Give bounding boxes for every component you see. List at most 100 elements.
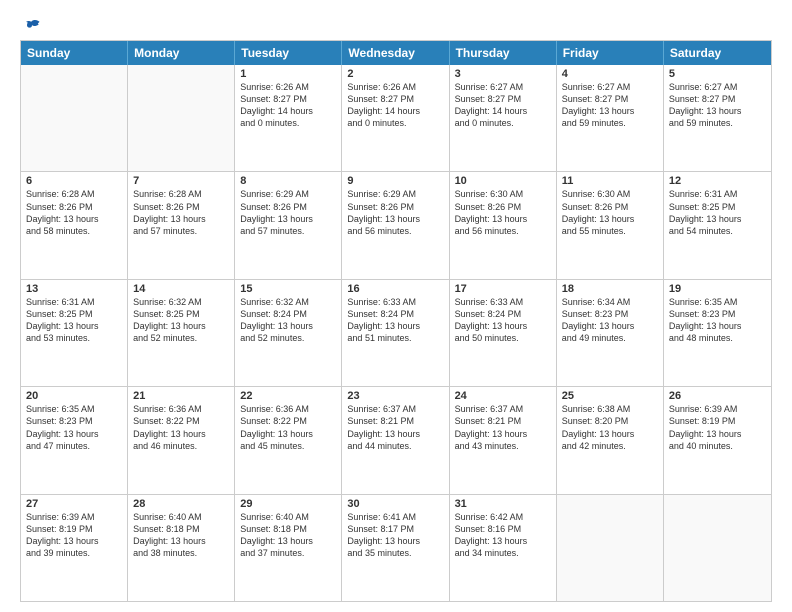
day-info: Sunrise: 6:27 AM Sunset: 8:27 PM Dayligh…: [669, 81, 766, 130]
day-number: 22: [240, 390, 336, 402]
day-info: Sunrise: 6:29 AM Sunset: 8:26 PM Dayligh…: [240, 188, 336, 237]
calendar: SundayMondayTuesdayWednesdayThursdayFrid…: [20, 40, 772, 602]
cal-cell: 14Sunrise: 6:32 AM Sunset: 8:25 PM Dayli…: [128, 280, 235, 386]
day-info: Sunrise: 6:27 AM Sunset: 8:27 PM Dayligh…: [455, 81, 551, 130]
cal-cell: 5Sunrise: 6:27 AM Sunset: 8:27 PM Daylig…: [664, 65, 771, 171]
cal-cell: 30Sunrise: 6:41 AM Sunset: 8:17 PM Dayli…: [342, 495, 449, 601]
day-info: Sunrise: 6:29 AM Sunset: 8:26 PM Dayligh…: [347, 188, 443, 237]
day-number: 7: [133, 175, 229, 187]
cal-header-friday: Friday: [557, 41, 664, 65]
day-info: Sunrise: 6:40 AM Sunset: 8:18 PM Dayligh…: [133, 511, 229, 560]
cal-cell: 23Sunrise: 6:37 AM Sunset: 8:21 PM Dayli…: [342, 387, 449, 493]
day-info: Sunrise: 6:37 AM Sunset: 8:21 PM Dayligh…: [455, 403, 551, 452]
day-number: 5: [669, 68, 766, 80]
cal-cell: 9Sunrise: 6:29 AM Sunset: 8:26 PM Daylig…: [342, 172, 449, 278]
cal-cell: 1Sunrise: 6:26 AM Sunset: 8:27 PM Daylig…: [235, 65, 342, 171]
cal-cell: 8Sunrise: 6:29 AM Sunset: 8:26 PM Daylig…: [235, 172, 342, 278]
day-info: Sunrise: 6:35 AM Sunset: 8:23 PM Dayligh…: [669, 296, 766, 345]
cal-cell: 11Sunrise: 6:30 AM Sunset: 8:26 PM Dayli…: [557, 172, 664, 278]
cal-cell: [21, 65, 128, 171]
day-number: 12: [669, 175, 766, 187]
logo-bird-icon: [22, 16, 42, 36]
cal-cell: 29Sunrise: 6:40 AM Sunset: 8:18 PM Dayli…: [235, 495, 342, 601]
day-number: 23: [347, 390, 443, 402]
cal-header-thursday: Thursday: [450, 41, 557, 65]
cal-cell: 18Sunrise: 6:34 AM Sunset: 8:23 PM Dayli…: [557, 280, 664, 386]
cal-cell: 15Sunrise: 6:32 AM Sunset: 8:24 PM Dayli…: [235, 280, 342, 386]
logo: [20, 16, 42, 32]
day-info: Sunrise: 6:27 AM Sunset: 8:27 PM Dayligh…: [562, 81, 658, 130]
day-number: 21: [133, 390, 229, 402]
cal-cell: [128, 65, 235, 171]
header: [20, 16, 772, 32]
day-info: Sunrise: 6:36 AM Sunset: 8:22 PM Dayligh…: [240, 403, 336, 452]
cal-cell: 26Sunrise: 6:39 AM Sunset: 8:19 PM Dayli…: [664, 387, 771, 493]
cal-cell: 25Sunrise: 6:38 AM Sunset: 8:20 PM Dayli…: [557, 387, 664, 493]
day-info: Sunrise: 6:26 AM Sunset: 8:27 PM Dayligh…: [347, 81, 443, 130]
cal-cell: 20Sunrise: 6:35 AM Sunset: 8:23 PM Dayli…: [21, 387, 128, 493]
cal-cell: 17Sunrise: 6:33 AM Sunset: 8:24 PM Dayli…: [450, 280, 557, 386]
day-number: 10: [455, 175, 551, 187]
cal-header-monday: Monday: [128, 41, 235, 65]
day-number: 11: [562, 175, 658, 187]
calendar-body: 1 Sunrise: 6:26 AM Sunset: 8:27 PM Daylig…: [21, 65, 771, 601]
calendar-header-row: SundayMondayTuesdayWednesdayThursdayFrid…: [21, 41, 771, 65]
day-number: 9: [347, 175, 443, 187]
day-number: 14: [133, 283, 229, 295]
cal-week-5: 27Sunrise: 6:39 AM Sunset: 8:19 PM Dayli…: [21, 494, 771, 601]
cal-cell: 16Sunrise: 6:33 AM Sunset: 8:24 PM Dayli…: [342, 280, 449, 386]
day-number: 19: [669, 283, 766, 295]
day-info: Sunrise: 6:39 AM Sunset: 8:19 PM Dayligh…: [26, 511, 122, 560]
cal-header-wednesday: Wednesday: [342, 41, 449, 65]
day-info: Sunrise: 6:39 AM Sunset: 8:19 PM Dayligh…: [669, 403, 766, 452]
cal-cell: 21Sunrise: 6:36 AM Sunset: 8:22 PM Dayli…: [128, 387, 235, 493]
day-number: 26: [669, 390, 766, 402]
day-info: Sunrise: 6:36 AM Sunset: 8:22 PM Dayligh…: [133, 403, 229, 452]
day-number: 16: [347, 283, 443, 295]
cal-week-3: 13Sunrise: 6:31 AM Sunset: 8:25 PM Dayli…: [21, 279, 771, 386]
day-info: Sunrise: 6:42 AM Sunset: 8:16 PM Dayligh…: [455, 511, 551, 560]
cal-cell: 31Sunrise: 6:42 AM Sunset: 8:16 PM Dayli…: [450, 495, 557, 601]
day-number: 3: [455, 68, 551, 80]
day-info: Sunrise: 6:30 AM Sunset: 8:26 PM Dayligh…: [455, 188, 551, 237]
cal-header-saturday: Saturday: [664, 41, 771, 65]
cal-cell: 22Sunrise: 6:36 AM Sunset: 8:22 PM Dayli…: [235, 387, 342, 493]
day-number: 18: [562, 283, 658, 295]
day-number: 8: [240, 175, 336, 187]
cal-cell: 27Sunrise: 6:39 AM Sunset: 8:19 PM Dayli…: [21, 495, 128, 601]
cal-cell: 3Sunrise: 6:27 AM Sunset: 8:27 PM Daylig…: [450, 65, 557, 171]
cal-cell: 2Sunrise: 6:26 AM Sunset: 8:27 PM Daylig…: [342, 65, 449, 171]
day-info: Sunrise: 6:40 AM Sunset: 8:18 PM Dayligh…: [240, 511, 336, 560]
day-info: Sunrise: 6:30 AM Sunset: 8:26 PM Dayligh…: [562, 188, 658, 237]
day-number: 29: [240, 498, 336, 510]
page: SundayMondayTuesdayWednesdayThursdayFrid…: [0, 0, 792, 612]
day-number: 2: [347, 68, 443, 80]
day-info: Sunrise: 6:38 AM Sunset: 8:20 PM Dayligh…: [562, 403, 658, 452]
cal-cell: 12Sunrise: 6:31 AM Sunset: 8:25 PM Dayli…: [664, 172, 771, 278]
day-info: Sunrise: 6:37 AM Sunset: 8:21 PM Dayligh…: [347, 403, 443, 452]
cal-header-tuesday: Tuesday: [235, 41, 342, 65]
day-number: 31: [455, 498, 551, 510]
cal-cell: 4Sunrise: 6:27 AM Sunset: 8:27 PM Daylig…: [557, 65, 664, 171]
day-info: Sunrise: 6:31 AM Sunset: 8:25 PM Dayligh…: [669, 188, 766, 237]
day-number: 28: [133, 498, 229, 510]
cal-cell: [664, 495, 771, 601]
cal-cell: 13Sunrise: 6:31 AM Sunset: 8:25 PM Dayli…: [21, 280, 128, 386]
day-info: Sunrise: 6:28 AM Sunset: 8:26 PM Dayligh…: [133, 188, 229, 237]
cal-week-1: 1 Sunrise: 6:26 AM Sunset: 8:27 PM Daylig…: [21, 65, 771, 171]
day-info: Sunrise: 6:33 AM Sunset: 8:24 PM Dayligh…: [455, 296, 551, 345]
day-number: 4: [562, 68, 658, 80]
day-info: Sunrise: 6:41 AM Sunset: 8:17 PM Dayligh…: [347, 511, 443, 560]
cal-cell: 24Sunrise: 6:37 AM Sunset: 8:21 PM Dayli…: [450, 387, 557, 493]
cal-week-2: 6Sunrise: 6:28 AM Sunset: 8:26 PM Daylig…: [21, 171, 771, 278]
cal-cell: 28Sunrise: 6:40 AM Sunset: 8:18 PM Dayli…: [128, 495, 235, 601]
day-info: Sunrise: 6:33 AM Sunset: 8:24 PM Dayligh…: [347, 296, 443, 345]
day-info: Sunrise: 6:32 AM Sunset: 8:24 PM Dayligh…: [240, 296, 336, 345]
cal-header-sunday: Sunday: [21, 41, 128, 65]
day-number: 1: [240, 68, 336, 80]
day-number: 25: [562, 390, 658, 402]
day-number: 13: [26, 283, 122, 295]
day-info: Sunrise: 6:35 AM Sunset: 8:23 PM Dayligh…: [26, 403, 122, 452]
day-info: Sunrise: 6:31 AM Sunset: 8:25 PM Dayligh…: [26, 296, 122, 345]
day-number: 20: [26, 390, 122, 402]
